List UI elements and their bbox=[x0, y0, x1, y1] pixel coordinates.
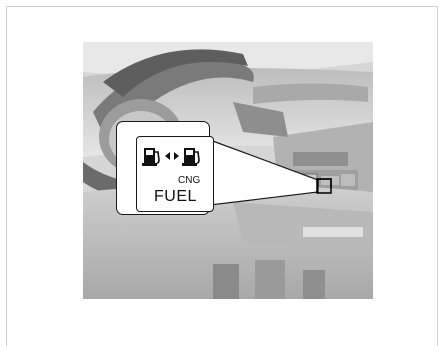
cng-label: CNG bbox=[178, 175, 201, 186]
fuel-pump-icon bbox=[142, 148, 160, 166]
fuel-label: FUEL bbox=[154, 188, 197, 205]
double-arrow-icon bbox=[165, 152, 179, 160]
fuel-pump-cng-icon bbox=[182, 148, 200, 166]
fuel-select-icons bbox=[142, 148, 200, 166]
